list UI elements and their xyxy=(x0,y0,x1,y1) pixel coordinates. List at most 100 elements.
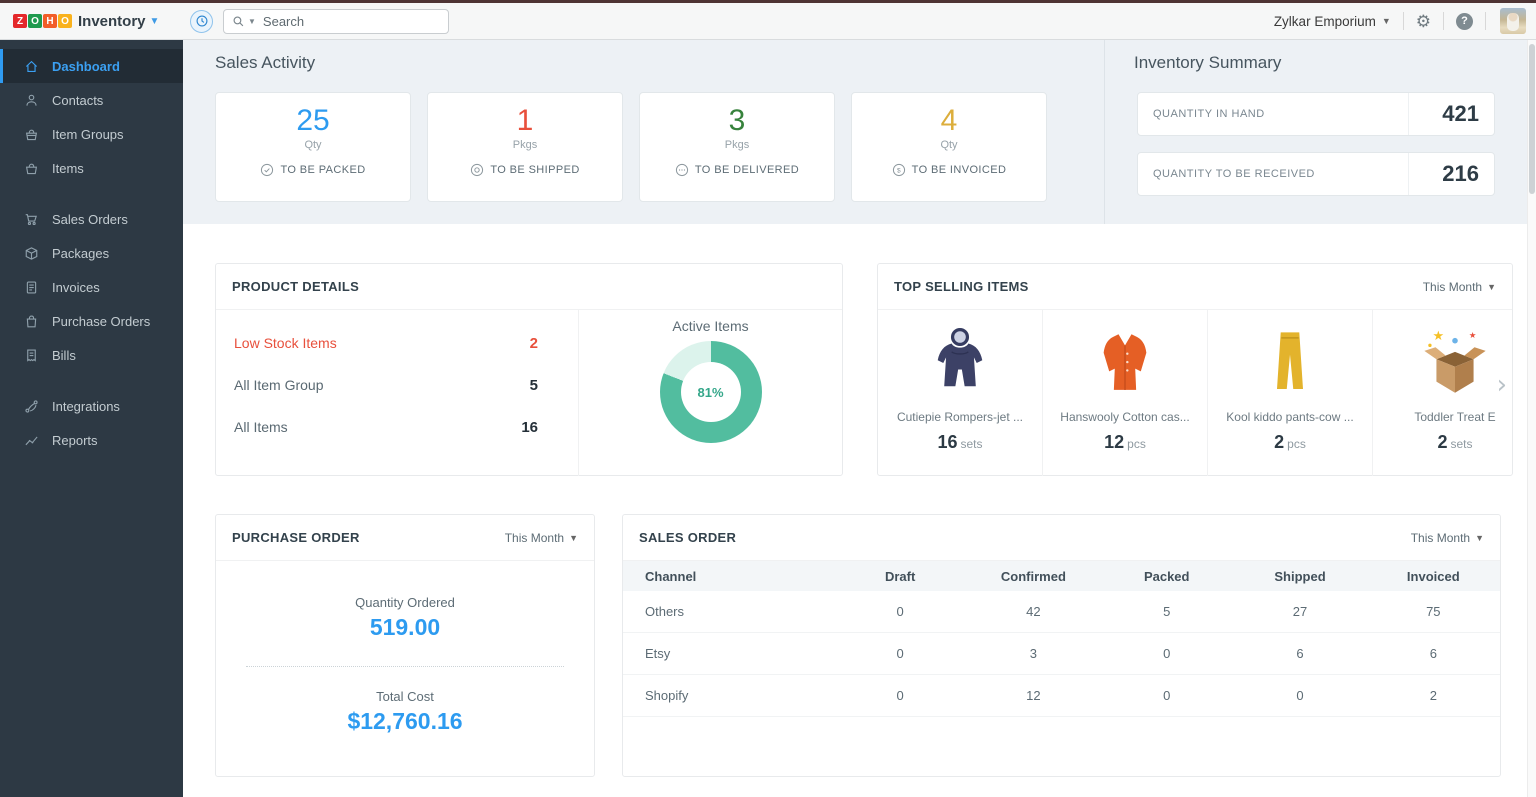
table-row-etsy[interactable]: Etsy 0 3 0 6 6 xyxy=(623,633,1500,675)
pants-qty: 2 pcs xyxy=(1274,432,1306,452)
search-scope-caret-icon[interactable]: ▼ xyxy=(248,17,256,26)
filter-label: This Month xyxy=(1422,279,1483,294)
top-item-rompers[interactable]: Cutiepie Rompers-jet ... 16 sets xyxy=(878,310,1043,476)
sidebar-item-items[interactable]: Items xyxy=(0,151,183,185)
filter-label: This Month xyxy=(504,530,565,545)
svg-text:$: $ xyxy=(897,167,901,174)
sidebar-item-purchase-orders[interactable]: Purchase Orders xyxy=(0,304,183,338)
low-stock-row[interactable]: Low Stock Items 2 xyxy=(234,322,538,364)
packed-label: TO BE PACKED xyxy=(280,164,366,176)
cell-draft: 0 xyxy=(896,688,904,703)
cell-packed: 0 xyxy=(1163,646,1171,661)
packed-label-row: TO BE PACKED xyxy=(216,163,410,177)
reports-chart-icon xyxy=(25,436,38,445)
sidebar-item-item-groups[interactable]: Item Groups xyxy=(0,117,183,151)
recent-history-button[interactable] xyxy=(190,9,213,33)
all-item-group-row[interactable]: All Item Group 5 xyxy=(234,364,538,406)
user-avatar[interactable] xyxy=(1500,8,1526,34)
donut-percent: 81% xyxy=(680,362,741,422)
sales-order-title: SALES ORDER xyxy=(639,530,737,545)
top-item-cardigan[interactable]: Hanswooly Cotton cas... 12 pcs xyxy=(1043,310,1208,476)
product-details-header: PRODUCT DETAILS xyxy=(216,264,842,310)
cell-packed: 0 xyxy=(1163,688,1171,703)
sidebar-item-dashboard[interactable]: Dashboard xyxy=(0,49,183,83)
cell-draft: 0 xyxy=(896,646,904,661)
card-to-be-shipped[interactable]: 1 Pkgs TO BE SHIPPED xyxy=(427,92,623,202)
quantity-in-hand-label: QUANTITY IN HAND xyxy=(1153,108,1265,120)
low-stock-label: Low Stock Items xyxy=(234,335,337,351)
all-items-row[interactable]: All Items 16 xyxy=(234,406,538,448)
top-item-toddler-treat[interactable]: ★ ★ Toddler Treat E 2 sets xyxy=(1373,310,1512,476)
quantity-in-hand-value: 421 xyxy=(1408,93,1494,135)
shipped-unit: Pkgs xyxy=(512,139,538,151)
top-item-pants[interactable]: Kool kiddo pants-cow ... 2 pcs xyxy=(1208,310,1373,476)
cell-channel: Others xyxy=(645,604,685,619)
cell-channel: Etsy xyxy=(645,646,671,661)
cell-channel: Shopify xyxy=(645,688,689,703)
sidebar-item-label: Integrations xyxy=(52,398,120,414)
box-product-image: ★ ★ xyxy=(1373,318,1512,402)
summary-band: Sales Activity 25 Qty TO BE PACKED 1 Pkg… xyxy=(183,40,1536,224)
card-to-be-packed[interactable]: 25 Qty TO BE PACKED xyxy=(215,92,411,202)
cell-confirmed: 3 xyxy=(1029,646,1038,661)
sidebar-item-integrations[interactable]: Integrations xyxy=(0,389,183,423)
low-stock-value: 2 xyxy=(529,334,538,352)
search-input[interactable] xyxy=(262,13,423,29)
cardigan-product-image xyxy=(1043,318,1207,402)
pants-product-image xyxy=(1208,318,1372,402)
table-row-others[interactable]: Others 0 42 5 27 75 xyxy=(623,591,1500,633)
sidebar-item-label: Sales Orders xyxy=(52,211,128,227)
topbar-divider xyxy=(1402,12,1404,30)
band-divider xyxy=(1104,40,1105,224)
zoho-logo[interactable]: Z O H O Inventory ▼ xyxy=(0,13,183,30)
carousel-next-icon[interactable]: › xyxy=(1497,370,1507,400)
org-selector[interactable]: Zylkar Emporium ▼ xyxy=(1274,14,1391,29)
product-details-card: PRODUCT DETAILS Low Stock Items 2 All It… xyxy=(215,263,843,476)
help-icon[interactable]: ? xyxy=(1456,12,1473,30)
history-clock-icon xyxy=(196,15,207,27)
settings-gear-icon[interactable]: ⚙ xyxy=(1416,13,1431,30)
table-row-shopify[interactable]: Shopify 0 12 0 0 2 xyxy=(623,675,1500,717)
card-to-be-delivered[interactable]: 3 Pkgs TO BE DELIVERED xyxy=(639,92,835,202)
quantity-to-be-received-row[interactable]: QUANTITY TO BE RECEIVED 216 xyxy=(1137,152,1495,196)
home-icon xyxy=(25,60,38,72)
quantity-in-hand-row[interactable]: QUANTITY IN HAND 421 xyxy=(1137,92,1495,136)
sidebar-item-reports[interactable]: Reports xyxy=(0,423,183,457)
all-items-label: All Items xyxy=(234,419,288,435)
quantity-to-be-received-value: 216 xyxy=(1408,153,1494,195)
quantity-to-be-received-label: QUANTITY TO BE RECEIVED xyxy=(1153,168,1315,180)
dashboard-main: Sales Activity 25 Qty TO BE PACKED 1 Pkg… xyxy=(183,40,1536,797)
active-items-donut-chart: 81% xyxy=(659,341,762,443)
scrollbar-thumb[interactable] xyxy=(1529,44,1535,194)
cell-invoiced: 6 xyxy=(1429,646,1437,661)
sidebar-item-contacts[interactable]: Contacts xyxy=(0,83,183,117)
cell-draft: 0 xyxy=(896,604,904,619)
delivered-unit: Pkgs xyxy=(724,139,750,151)
sidebar-item-sales-orders[interactable]: Sales Orders xyxy=(0,202,183,236)
box-name: Toddler Treat E xyxy=(1414,410,1496,424)
cell-invoiced: 2 xyxy=(1429,688,1437,703)
sidebar-item-bills[interactable]: Bills xyxy=(0,338,183,372)
sidebar-item-packages[interactable]: Packages xyxy=(0,236,183,270)
pants-name: Kool kiddo pants-cow ... xyxy=(1226,410,1354,424)
total-cost-label: Total Cost xyxy=(376,689,434,704)
all-item-group-value: 5 xyxy=(529,376,538,394)
all-items-value: 16 xyxy=(521,418,538,436)
page-scrollbar[interactable] xyxy=(1527,40,1536,797)
target-circle-icon xyxy=(471,163,484,177)
top-selling-month-filter[interactable]: This Month ▼ xyxy=(1423,280,1496,294)
top-selling-title: TOP SELLING ITEMS xyxy=(894,279,1029,294)
delivered-label-row: TO BE DELIVERED xyxy=(640,163,834,177)
top-selling-items-card: TOP SELLING ITEMS This Month ▼ Cutiepie … xyxy=(877,263,1513,476)
topbar-divider xyxy=(1443,12,1444,30)
sales-order-month-filter[interactable]: This Month ▼ xyxy=(1411,531,1484,545)
sidebar-item-invoices[interactable]: Invoices xyxy=(0,270,183,304)
global-search[interactable]: ▼ xyxy=(223,8,449,34)
sidebar-group-main: Dashboard Contacts Item Groups Items xyxy=(0,49,183,185)
cell-shipped: 27 xyxy=(1292,604,1308,619)
purchase-order-month-filter[interactable]: This Month ▼ xyxy=(505,531,578,545)
sales-order-header: SALES ORDER This Month ▼ xyxy=(623,515,1500,561)
app-switcher-caret-icon[interactable]: ▼ xyxy=(150,16,160,27)
card-to-be-invoiced[interactable]: 4 Qty $ TO BE INVOICED xyxy=(851,92,1047,202)
quantity-ordered-label: Quantity Ordered xyxy=(355,595,455,610)
